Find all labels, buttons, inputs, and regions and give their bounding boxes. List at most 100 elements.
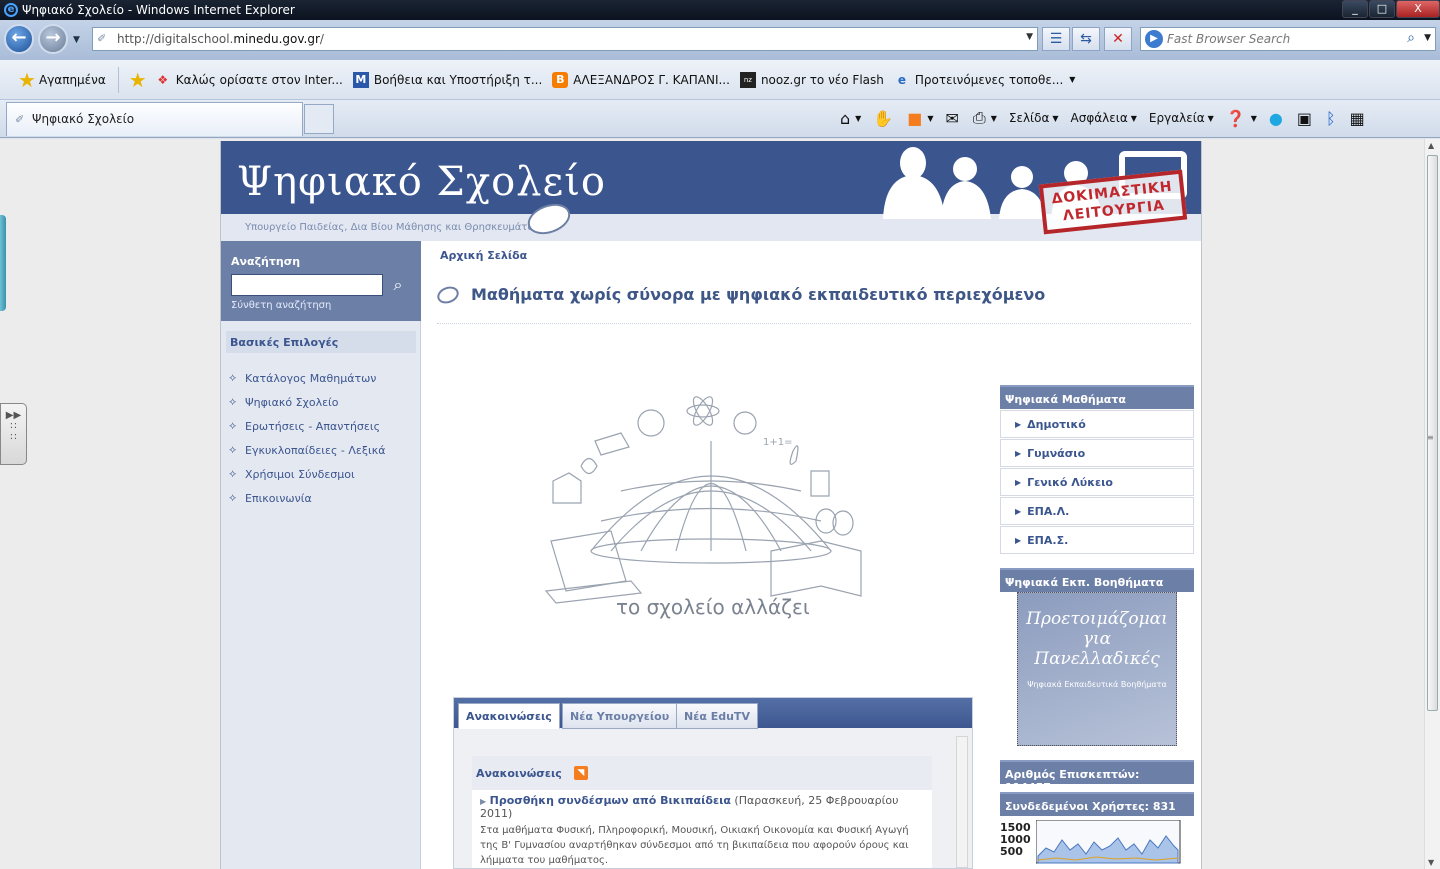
new-tab-button[interactable]: [304, 104, 334, 134]
sidebar-handle[interactable]: [0, 215, 6, 311]
maximize-button[interactable]: □: [1369, 0, 1395, 18]
favorite-link-4[interactable]: e Προτεινόμενες τοποθε... ▼: [894, 72, 1076, 88]
favorites-button[interactable]: ★ Αγαπημένα: [18, 67, 106, 92]
side-panel-toggle[interactable]: ▶▶ ∷ ∷: [0, 403, 27, 465]
sidebar-item-label: Χρήσιμοι Σύνδεσμοι: [245, 467, 355, 481]
search-icon[interactable]: ⌕: [387, 274, 409, 296]
school-dome-illustration: 1+1=: [544, 396, 862, 604]
home-icon: ⌂: [840, 108, 851, 128]
announcements-panel: Ανακοινώσεις ◥ ▶ Προσθήκη συνδέσμων από …: [472, 756, 932, 868]
history-dropdown-icon[interactable]: ▼: [73, 35, 80, 45]
news-item[interactable]: ▶ Προσθήκη συνδέσμων από Βικιπαίδεια (Πα…: [472, 790, 932, 820]
panel-header: Ανακοινώσεις ◥: [472, 756, 932, 790]
search-box[interactable]: ▶ Fast Browser Search ⌕ ▼: [1140, 27, 1436, 51]
scroll-up-icon[interactable]: ▲: [1428, 141, 1434, 150]
site-search-input[interactable]: [231, 274, 383, 296]
research-icon: ▦: [1349, 108, 1365, 128]
favorites-bar: ★ Αγαπημένα ★ ❖ Καλώς ορίσατε στον Inter…: [0, 60, 1440, 100]
tab-edutv-news[interactable]: Νέα EduTV: [676, 703, 758, 729]
search-dropdown-icon[interactable]: ▼: [1424, 33, 1431, 43]
safety-menu[interactable]: Ασφάλεια ▼: [1071, 111, 1137, 125]
sidebar-item-links[interactable]: ⟡ Χρήσιμοι Σύνδεσμοι: [229, 462, 385, 486]
star-icon: ★: [18, 67, 36, 92]
course-link-epal[interactable]: ▶ ΕΠΑ.Λ.: [1000, 497, 1194, 525]
refresh-icon[interactable]: ⇆: [1072, 27, 1100, 51]
favorite-link-3[interactable]: nz nooz.gr το νέο Flash: [739, 71, 884, 88]
news-title[interactable]: Προσθήκη συνδέσμων από Βικιπαίδεια: [490, 794, 731, 807]
favorite-link-2[interactable]: B ΑΛΕΞΑΝΔΡΟΣ Γ. ΚΑΠΑΝΙ...: [552, 71, 730, 88]
mail-button[interactable]: ✉: [946, 109, 961, 128]
skype-button[interactable]: ●: [1269, 109, 1285, 128]
hand-tool-button[interactable]: ✋: [873, 109, 895, 128]
page-menu[interactable]: Σελίδα ▼: [1009, 111, 1059, 125]
home-button[interactable]: ⌂ ▼: [840, 109, 861, 128]
chevron-down-icon: ▼: [1207, 113, 1214, 123]
course-link-lyceum[interactable]: ▶ Γενικό Λύκειο: [1000, 468, 1194, 496]
command-bar: ⌂ ▼ ✋ ■ ▼ ✉ ⎙ ▼ Σελίδα ▼ Ασφάλεια ▼ Εργαλεία ▼…: [840, 106, 1379, 130]
course-link-primary[interactable]: ▶ Δημοτικό: [1000, 410, 1194, 438]
news-body: Στα μαθήματα Φυσική, Πληροφορική, Μουσικ…: [480, 825, 909, 866]
site-header: Ψηφιακό Σχολείο Υπουργείο Παιδείας, Δια …: [221, 141, 1201, 241]
advanced-search-link[interactable]: Σύνθετη αναζήτηση: [231, 300, 331, 311]
rss-icon[interactable]: ◥: [573, 766, 588, 780]
sidebar-item-faq[interactable]: ⟡ Ερωτήσεις - Απαντήσεις: [229, 414, 385, 438]
address-bar[interactable]: ✐ http://digitalschool.minedu.gov.gr/ ▼: [92, 27, 1038, 51]
skype-icon: ●: [1268, 108, 1283, 128]
favorite-link-0[interactable]: ❖ Καλώς ορίσατε στον Inter...: [155, 72, 342, 88]
help-icon: ❓: [1225, 108, 1246, 128]
page-icon: ✐: [97, 32, 107, 45]
address-dropdown-icon[interactable]: ▼: [1026, 32, 1033, 42]
site-title[interactable]: Ψηφιακό Σχολείο: [237, 159, 606, 205]
forward-button[interactable]: →: [38, 24, 68, 54]
courses-header: Ψηφιακά Μαθήματα: [1000, 385, 1194, 409]
banner-text: Προετοιμάζομαι: [1026, 609, 1168, 629]
addon-button[interactable]: ▣: [1297, 109, 1314, 128]
research-button[interactable]: ▦: [1350, 109, 1367, 128]
browser-tab-active[interactable]: ✐ Ψηφιακό Σχολείο: [6, 102, 303, 136]
bluetooth-icon: ᛒ: [1326, 108, 1336, 128]
tools-menu[interactable]: Εργαλεία ▼: [1149, 111, 1214, 125]
tab-ministry-news[interactable]: Νέα Υπουργείου: [562, 703, 678, 729]
minimize-button[interactable]: _: [1342, 0, 1368, 18]
breadcrumb[interactable]: Αρχική Σελίδα: [440, 249, 527, 262]
sidebar-item-label: Κατάλογος Μαθημάτων: [245, 371, 377, 385]
close-button[interactable]: X: [1396, 0, 1440, 18]
course-label: Γυμνάσιο: [1027, 446, 1086, 460]
feeds-button[interactable]: ■ ▼: [907, 109, 933, 128]
bluetooth-button[interactable]: ᛒ: [1326, 109, 1338, 128]
tab-label: Ψηφιακό Σχολείο: [32, 112, 135, 126]
ie-icon: e: [897, 72, 906, 87]
arrow-icon: ▶: [1015, 419, 1022, 429]
sidebar-item-contact[interactable]: ⟡ Επικοινωνία: [229, 486, 385, 510]
page-icon: ✐: [15, 113, 25, 126]
arrow-icon: ▶: [1015, 448, 1022, 458]
panel-title[interactable]: Ανακοινώσεις: [476, 767, 562, 780]
chevron-down-icon: ▼: [990, 113, 997, 123]
search-icon[interactable]: ⌕: [1407, 30, 1415, 46]
ie-logo-icon: e: [4, 3, 18, 17]
compatibility-view-icon[interactable]: ☰: [1042, 27, 1070, 51]
course-link-epas[interactable]: ▶ ΕΠΑ.Σ.: [1000, 526, 1194, 554]
panel-scrollbar[interactable]: [956, 736, 968, 868]
page-scrollbar[interactable]: ▲ ≡ ▼: [1424, 139, 1440, 869]
print-button[interactable]: ⎙ ▼: [973, 108, 997, 128]
course-link-gymnasium[interactable]: ▶ Γυμνάσιο: [1000, 439, 1194, 467]
sidebar-item-encyclopedias[interactable]: ⟡ Εγκυκλοπαίδειες - Λεξικά: [229, 438, 385, 462]
sidebar-item-catalog[interactable]: ⟡ Κατάλογος Μαθημάτων: [229, 366, 385, 390]
stop-icon[interactable]: ✕: [1104, 27, 1132, 51]
favorite-link-1[interactable]: M Βοήθεια και Υποστήριξη τ...: [352, 71, 543, 88]
tools-menu-label: Εργαλεία: [1148, 111, 1205, 125]
search-placeholder: Fast Browser Search: [1167, 32, 1291, 46]
back-button[interactable]: ←: [4, 24, 34, 54]
banner-text: για: [1082, 629, 1112, 649]
exam-prep-banner[interactable]: Προετοιμάζομαι για Πανελλαδικές Ψηφιακά …: [1017, 592, 1177, 746]
arrow-icon: ▶: [1015, 535, 1022, 545]
sidebar-item-digital-school[interactable]: ⟡ Ψηφιακό Σχολείο: [229, 390, 385, 414]
scroll-down-icon[interactable]: ▼: [1428, 858, 1434, 867]
visitors-count: Αριθμός Επισκεπτών: 114457: [1000, 760, 1194, 794]
add-favorite-icon[interactable]: ★: [129, 68, 151, 92]
favorite-label: Βοήθεια και Υποστήριξη τ...: [373, 72, 543, 87]
course-label: ΕΠΑ.Λ.: [1027, 504, 1070, 518]
tab-announcements[interactable]: Ανακοινώσεις: [458, 703, 560, 729]
help-button[interactable]: ❓ ▼: [1226, 109, 1257, 128]
